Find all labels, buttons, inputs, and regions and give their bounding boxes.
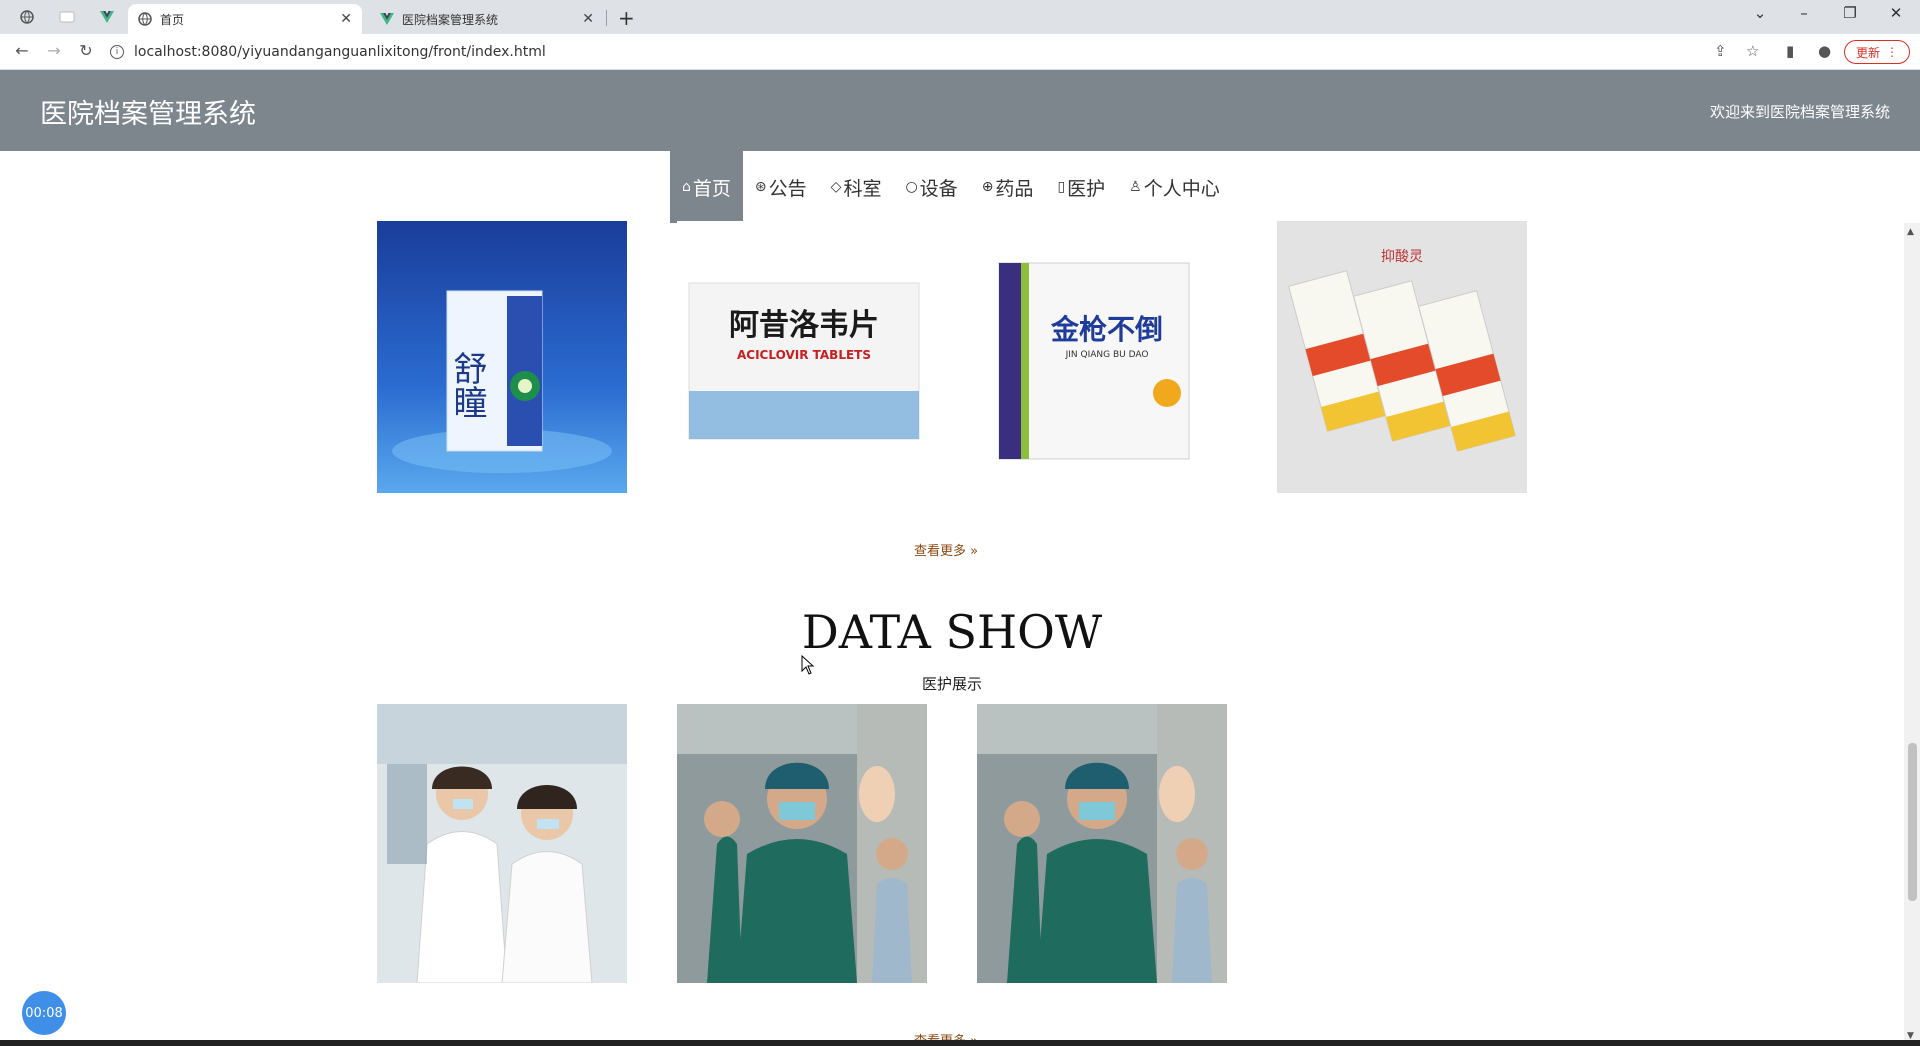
view-more-label: 查看更多 <box>914 544 967 559</box>
update-label: 更新 <box>1855 45 1880 60</box>
staff-image <box>677 704 927 983</box>
view-more-medicines-link[interactable]: 查看更多 » <box>914 540 978 559</box>
bookmark-star-icon[interactable]: ☆ <box>1746 42 1759 60</box>
nav-item-label: 医护 <box>1067 177 1106 200</box>
close-window-icon[interactable]: ✕ <box>1876 4 1916 22</box>
medicine-name: ACICLOVIR TABLETS <box>737 348 871 362</box>
welcome-text: 欢迎来到医院档案管理系统 <box>1709 103 1890 121</box>
tab-separator <box>606 10 607 26</box>
home-icon: ⌂ <box>682 179 691 195</box>
back-icon[interactable]: ← <box>10 41 34 60</box>
staff-card[interactable] <box>377 704 627 983</box>
medicine-card[interactable]: 金枪不倒 JIN QIANG BU DAO <box>977 221 1227 493</box>
nav-item-profile[interactable]: ♙ 个人中心 <box>1117 151 1232 223</box>
medicine-image: 阿昔洛韦片 ACICLOVIR TABLETS <box>677 221 927 493</box>
tab-home[interactable]: 首页 ✕ <box>128 4 362 34</box>
nav-item-department[interactable]: ◇ 科室 <box>819 151 894 223</box>
browser-blank-tab-icon[interactable] <box>52 5 82 29</box>
staff-image <box>377 704 627 983</box>
medicine-image: 金枪不倒 JIN QIANG BU DAO <box>977 221 1227 493</box>
tab-search-icon[interactable]: ⌄ <box>1740 4 1780 22</box>
vue-logo-icon <box>380 13 394 25</box>
staff-card[interactable] <box>977 704 1227 983</box>
nav-item-home[interactable]: ⌂ 首页 <box>670 151 743 223</box>
bottom-strip <box>0 1040 1920 1046</box>
staff-image <box>977 704 1227 983</box>
vue-logo-icon[interactable] <box>92 5 122 29</box>
side-panel-icon[interactable]: ▮ <box>1786 42 1794 60</box>
medicine-card[interactable]: 阿昔洛韦片 ACICLOVIR TABLETS <box>677 221 927 493</box>
double-chevron-right-icon: » <box>970 544 979 559</box>
minimize-icon[interactable]: – <box>1784 4 1824 22</box>
tag-icon: ◇ <box>830 179 842 195</box>
medicine-image: 舒瞳 <box>377 221 627 493</box>
browser-tabstrip: 首页 ✕ 医院档案管理系统 ✕ + ⌄ – ❐ ✕ <box>0 0 1920 34</box>
nav-item-label: 公告 <box>768 177 807 200</box>
scroll-up-arrow-icon[interactable]: ▲ <box>1907 227 1914 237</box>
megaphone-icon: ⊛ <box>754 179 767 195</box>
reload-icon[interactable]: ↻ <box>74 41 98 60</box>
medicine-brand: 阿昔洛韦片 <box>729 308 879 343</box>
browser-toolbar: ← → ↻ i localhost:8080/yiyuandanganguanl… <box>0 34 1920 70</box>
medicine-brand: 舒瞳 <box>447 351 487 419</box>
mouse-cursor-icon <box>801 655 815 675</box>
browser-globe-icon[interactable] <box>12 5 42 29</box>
forward-icon[interactable]: → <box>42 41 66 60</box>
medicine-brand: 抑酸灵 <box>1381 249 1423 265</box>
medicine-name: JIN QIANG BU DAO <box>1065 350 1149 360</box>
more-menu-icon: ⋮ <box>1886 45 1898 59</box>
nav-item-equipment[interactable]: ○ 设备 <box>893 151 969 223</box>
tab-system[interactable]: 医院档案管理系统 ✕ <box>370 4 604 34</box>
nav-item-label: 药品 <box>995 177 1034 200</box>
nav-item-staff[interactable]: ▯ 医护 <box>1045 151 1117 223</box>
address-bar[interactable]: i localhost:8080/yiyuandanganguanlixiton… <box>110 38 1710 66</box>
medicine-card[interactable]: 抑酸灵 <box>1277 221 1527 493</box>
nav-item-label: 设备 <box>919 177 958 200</box>
medicine-card[interactable]: 舒瞳 <box>377 221 627 493</box>
tab-title: 首页 <box>160 12 185 27</box>
profile-icon[interactable]: ● <box>1818 42 1831 60</box>
nav-item-notice[interactable]: ⊛ 公告 <box>743 151 819 223</box>
page-scrollbar[interactable]: ▲ ▼ <box>1904 223 1920 1046</box>
new-tab-button[interactable]: + <box>618 6 635 30</box>
site-header: 医院档案管理系统 欢迎来到医院档案管理系统 <box>0 70 1920 151</box>
restore-icon[interactable]: ❐ <box>1830 4 1870 22</box>
scroll-thumb[interactable] <box>1908 743 1917 901</box>
section-title: DATA SHOW <box>801 605 1103 659</box>
recording-timer: 00:08 <box>22 991 66 1035</box>
user-icon: ♙ <box>1129 179 1142 195</box>
nav-item-label: 科室 <box>843 177 882 200</box>
section-subtitle: 医护展示 <box>921 675 982 693</box>
info-icon[interactable]: i <box>110 45 124 59</box>
tab-close-icon[interactable]: ✕ <box>340 11 352 27</box>
tab-title: 医院档案管理系统 <box>402 12 499 27</box>
site-title: 医院档案管理系统 <box>40 99 256 130</box>
nav-item-medicine[interactable]: ⊕ 药品 <box>970 151 1046 223</box>
document-icon: ▯ <box>1057 179 1066 195</box>
staff-card[interactable] <box>677 704 927 983</box>
tab-globe-icon <box>138 12 152 26</box>
medicine-brand: 金枪不倒 <box>1050 313 1163 346</box>
tab-close-icon[interactable]: ✕ <box>582 11 594 27</box>
url-text: localhost:8080/yiyuandanganguanlixitong/… <box>134 44 546 60</box>
medicine-image: 抑酸灵 <box>1277 221 1527 493</box>
main-nav: ⌂ 首页 ⊛ 公告 ◇ 科室 ○ 设备 ⊕ 药品 ▯ 医护 ♙ 个人中心 <box>670 151 1232 223</box>
update-button[interactable]: 更新 ⋮ <box>1844 40 1910 64</box>
nav-item-label: 个人中心 <box>1143 177 1220 200</box>
nav-item-label: 首页 <box>692 177 731 200</box>
share-icon[interactable]: ⇪ <box>1714 42 1727 60</box>
globe-icon: ⊕ <box>981 179 994 195</box>
circle-icon: ○ <box>905 179 918 195</box>
